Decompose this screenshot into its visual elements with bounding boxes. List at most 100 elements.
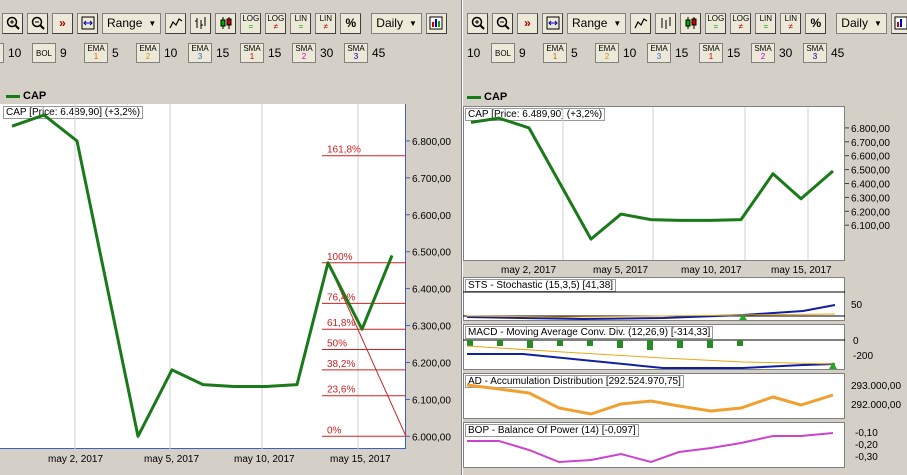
- chart-settings-icon: [894, 16, 907, 30]
- log-scale-button[interactable]: LOG =: [240, 12, 262, 34]
- fast-forward-button[interactable]: »: [52, 12, 73, 34]
- volume-button[interactable]: [0, 43, 4, 63]
- macd-histogram-bar: [497, 340, 503, 346]
- linear-scale-button[interactable]: LIN =: [290, 12, 312, 34]
- macd-histogram-bar: [587, 340, 593, 346]
- ema1-num: 1: [552, 52, 558, 61]
- sma3-num: 3: [353, 52, 359, 61]
- right-chart-svg: 6.800,00 6.700,00 6.600,00 6.500,00 6.400,00…: [463, 107, 901, 464]
- sma3-value: 45: [831, 46, 845, 60]
- ema2-num: 2: [145, 52, 151, 61]
- macd-histogram-bar: [527, 340, 533, 348]
- sma3-button[interactable]: SMA 3: [803, 43, 827, 63]
- range-dropdown[interactable]: Range ▼: [102, 12, 162, 34]
- bar-chart-button[interactable]: [655, 12, 677, 34]
- not-equal-icon: ≠: [788, 22, 793, 31]
- fib-level-label: 100%: [327, 252, 353, 263]
- y-tick-label: 6.300,00: [412, 322, 451, 333]
- y-tick-label: 6.800,00: [412, 137, 451, 148]
- fit-range-button[interactable]: [542, 12, 563, 34]
- ema2-value: 10: [623, 46, 637, 60]
- candlestick-button[interactable]: [215, 12, 237, 34]
- fib-level-label: 0%: [327, 425, 342, 436]
- double-chevron-icon: »: [524, 16, 531, 30]
- sma2-button[interactable]: SMA 2: [751, 43, 775, 63]
- volume-value: 10: [8, 46, 22, 60]
- range-dropdown[interactable]: Range ▼: [567, 12, 627, 34]
- ema1-button[interactable]: EMA 1: [84, 43, 108, 63]
- right-charts-area[interactable]: CAP CAP [Price: 6.489,90] (+3,2%) STS - …: [463, 88, 907, 475]
- bar-chart-button[interactable]: [190, 12, 212, 34]
- ema2-num: 2: [604, 52, 610, 61]
- linear-percent-button[interactable]: LIN ≠: [315, 12, 337, 34]
- percent-scale-button[interactable]: %: [805, 12, 827, 34]
- not-equal-icon: ≠: [273, 22, 278, 31]
- fib-level-label: 76,4%: [327, 292, 355, 303]
- x-tick-label: may 10, 2017: [681, 265, 742, 276]
- log-scale-button[interactable]: LOG =: [705, 12, 727, 34]
- left-price-chart[interactable]: CAP CAP [Price: 6.489,90] (+3,2%) 6.800,…: [0, 80, 461, 475]
- price-series-line: [470, 116, 834, 241]
- macd-signal-marker: [829, 362, 837, 369]
- ema3-button[interactable]: EMA 3: [647, 43, 671, 63]
- y-tick-label: 6.600,00: [851, 152, 890, 163]
- macd-histogram-bar: [707, 340, 713, 348]
- linear-scale-button[interactable]: LIN =: [755, 12, 777, 34]
- indicator-toolbar: 10 BOL 9 EMA 1 5 EMA 2 10 EMA 3 15 SMA 1 15 …: [0, 42, 461, 64]
- ema3-button[interactable]: EMA 3: [188, 43, 212, 63]
- zoom-out-button[interactable]: [27, 12, 48, 34]
- chart-settings-button[interactable]: [890, 12, 907, 34]
- x-tick-label: may 10, 2017: [234, 454, 295, 465]
- ema3-value: 15: [675, 46, 689, 60]
- bol-button[interactable]: BOL: [32, 43, 56, 63]
- ema2-value: 10: [164, 46, 178, 60]
- sma1-button[interactable]: SMA 1: [240, 43, 264, 63]
- y-tick-label: 6.500,00: [412, 248, 451, 259]
- sma3-num: 3: [812, 52, 818, 61]
- interval-dropdown[interactable]: Daily ▼: [836, 12, 887, 34]
- zoom-in-button[interactable]: [467, 12, 488, 34]
- x-tick-label: may 2, 2017: [48, 454, 103, 465]
- zoom-in-icon: [6, 16, 20, 30]
- ad-y-label: 292.000,00: [851, 400, 901, 411]
- chart-settings-button[interactable]: [425, 12, 447, 34]
- equals-icon: =: [713, 22, 719, 31]
- line-chart-button[interactable]: [165, 12, 187, 34]
- sma3-button[interactable]: SMA 3: [344, 43, 368, 63]
- fast-forward-button[interactable]: »: [517, 12, 538, 34]
- candlestick-button[interactable]: [680, 12, 702, 34]
- sma2-value: 30: [779, 46, 793, 60]
- bol-button[interactable]: BOL: [491, 43, 515, 63]
- y-tick-label: 6.400,00: [412, 285, 451, 296]
- linear-percent-button[interactable]: LIN ≠: [780, 12, 802, 34]
- log-percent-button[interactable]: LOG ≠: [730, 12, 752, 34]
- fib-level-label: 61,8%: [327, 318, 355, 329]
- sma1-button[interactable]: SMA 1: [699, 43, 723, 63]
- zoom-out-icon: [31, 16, 45, 30]
- zoom-out-button[interactable]: [492, 12, 513, 34]
- fit-range-button[interactable]: [77, 12, 98, 34]
- ema2-button[interactable]: EMA 2: [136, 43, 160, 63]
- sma2-button[interactable]: SMA 2: [292, 43, 316, 63]
- ema2-button[interactable]: EMA 2: [595, 43, 619, 63]
- bol-label: BOL: [35, 48, 52, 58]
- not-equal-icon: ≠: [738, 22, 743, 31]
- bol-value: 9: [60, 46, 67, 60]
- percent-scale-button[interactable]: %: [340, 12, 362, 34]
- macd-y-label: 0: [853, 336, 859, 347]
- macd-histogram-bar: [617, 340, 623, 348]
- log-percent-button[interactable]: LOG ≠: [265, 12, 287, 34]
- line-chart-button[interactable]: [630, 12, 652, 34]
- y-tick-label: 6.100,00: [412, 395, 451, 406]
- range-label: Range: [572, 16, 608, 30]
- macd-histogram-bar: [467, 340, 473, 346]
- zoom-in-button[interactable]: [2, 12, 23, 34]
- sma2-num: 2: [760, 52, 766, 61]
- equals-icon: =: [298, 22, 304, 31]
- bol-value: 9: [519, 46, 526, 60]
- macd-line: [467, 353, 836, 369]
- ema1-button[interactable]: EMA 1: [543, 43, 567, 63]
- macd-histogram-bar: [647, 340, 653, 350]
- interval-dropdown[interactable]: Daily ▼: [371, 12, 422, 34]
- y-tick-label: 6.200,00: [412, 358, 451, 369]
